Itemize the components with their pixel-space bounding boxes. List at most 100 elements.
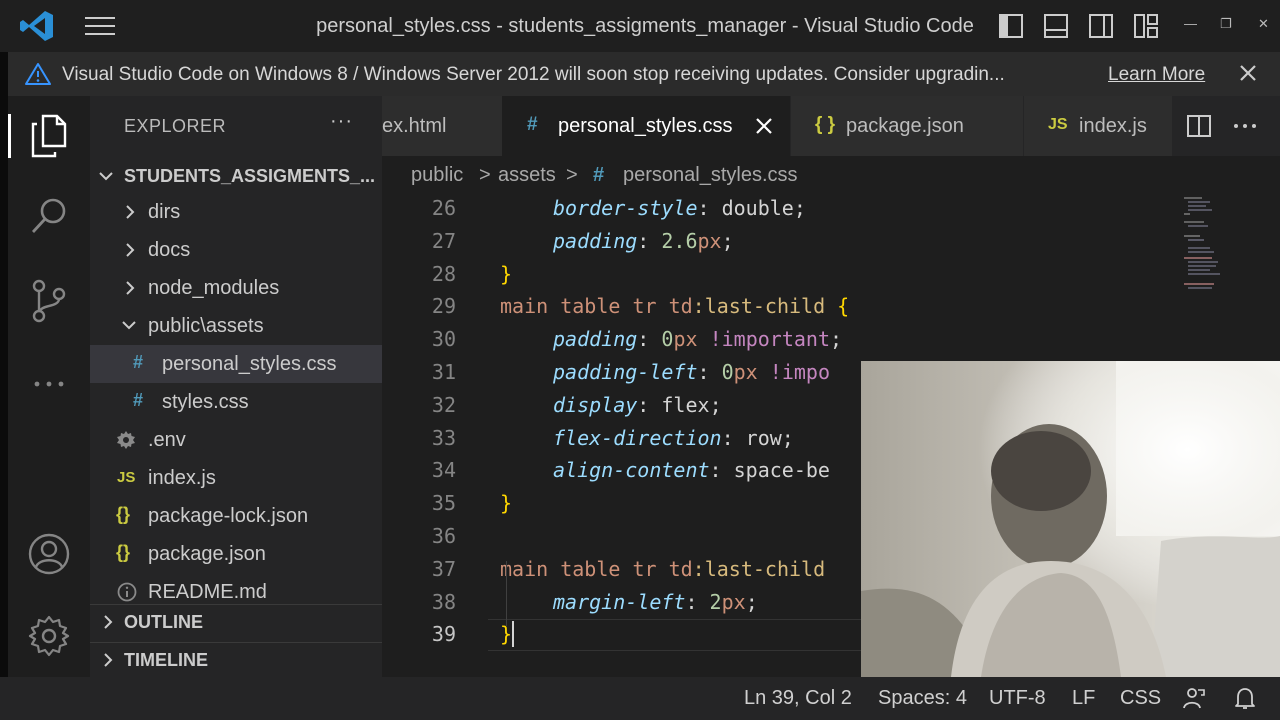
line-number: 38 <box>431 589 456 614</box>
manage-activity[interactable] <box>8 606 90 666</box>
css-file-icon: # <box>593 164 605 186</box>
tree-item-package-json[interactable]: {} package.json <box>90 535 382 573</box>
breadcrumb-item[interactable]: assets <box>498 164 556 187</box>
encoding[interactable]: UTF-8 <box>989 687 1046 710</box>
tree-item-node-modules[interactable]: node_modules <box>90 269 382 307</box>
breadcrumb-item[interactable]: personal_styles.css <box>623 164 798 187</box>
code-line: main table tr td:last-child { <box>500 294 850 319</box>
language-mode[interactable]: CSS <box>1120 687 1161 710</box>
json-file-icon: { } <box>815 114 836 135</box>
code-line: padding: 2.6px; <box>553 228 734 253</box>
close-window-button[interactable]: ✕ <box>1258 16 1269 32</box>
breadcrumb-separator: > <box>566 164 578 186</box>
tree-item-label: dirs <box>148 201 181 223</box>
explorer-activity[interactable] <box>8 106 90 166</box>
source-control-activity[interactable] <box>8 271 90 331</box>
tree-item-dirs[interactable]: dirs <box>90 193 382 231</box>
feedback-icon[interactable] <box>1182 686 1206 710</box>
code-line: } <box>500 491 513 516</box>
files-icon <box>31 114 67 158</box>
line-ending[interactable]: LF <box>1072 687 1095 710</box>
minimize-button[interactable]: — <box>1184 16 1197 31</box>
more-activity[interactable] <box>8 354 90 414</box>
css-file-icon: # <box>133 390 144 410</box>
tree-item-label: .env <box>148 429 186 451</box>
warning-icon <box>25 63 51 85</box>
maximize-button[interactable]: ❐ <box>1220 16 1232 32</box>
chevron-right-icon <box>126 205 135 219</box>
timeline-section[interactable]: TIMELINE <box>90 642 382 676</box>
tree-item-env[interactable]: .env <box>90 421 382 459</box>
toggle-secondary-sidebar-icon[interactable] <box>1088 13 1114 39</box>
chevron-right-icon <box>126 243 135 257</box>
close-tab-icon[interactable] <box>754 116 774 136</box>
bell-icon[interactable] <box>1233 686 1257 710</box>
chevron-down-icon <box>99 172 113 181</box>
explorer-more-button[interactable]: ··· <box>330 110 353 133</box>
tree-item-label: node_modules <box>148 277 280 299</box>
tree-item-label: docs <box>148 239 191 261</box>
css-file-icon: # <box>527 114 538 135</box>
tab-personal-styles[interactable]: # personal_styles.css <box>502 96 790 156</box>
code-line: padding-left: 0px !impo <box>553 360 830 384</box>
title-bar: personal_styles.css - students_assigment… <box>0 0 1280 52</box>
tree-item-package-lock[interactable]: {} package-lock.json <box>90 497 382 535</box>
code-line: display: flex; <box>553 392 722 417</box>
line-number: 37 <box>431 556 456 581</box>
tree-item-index-js[interactable]: JS index.js <box>90 459 382 497</box>
gear-icon <box>117 431 135 449</box>
customize-layout-icon[interactable] <box>1133 13 1159 39</box>
chevron-down-icon <box>122 321 136 330</box>
project-name: STUDENTS_ASSIGMENTS_... <box>124 166 376 186</box>
indentation[interactable]: Spaces: 4 <box>878 687 967 710</box>
line-number: 36 <box>431 524 456 548</box>
line-number: 28 <box>431 261 456 286</box>
account-icon <box>28 533 70 575</box>
tree-item-label: personal_styles.css <box>162 353 337 375</box>
breadcrumb-separator: > <box>479 164 491 186</box>
project-folder-header[interactable]: STUDENTS_ASSIGMENTS_... <box>90 160 382 192</box>
close-icon[interactable] <box>1235 60 1261 86</box>
tree-item-styles[interactable]: # styles.css <box>90 383 382 421</box>
cursor-position[interactable]: Ln 39, Col 2 <box>744 687 852 710</box>
tab-index-js[interactable]: JS index.js <box>1024 96 1172 156</box>
line-number: 29 <box>431 294 456 319</box>
indent-guide <box>506 560 507 627</box>
timeline-label: TIMELINE <box>124 650 208 670</box>
breadcrumb-item[interactable]: public <box>411 164 463 187</box>
tab-index-html[interactable]: ex.html <box>382 96 502 156</box>
info-icon <box>117 582 137 602</box>
tree-item-label: index.js <box>148 467 216 489</box>
tree-item-personal-styles[interactable]: # personal_styles.css <box>90 345 382 383</box>
source-control-icon <box>32 279 66 323</box>
tab-package-json[interactable]: { } package.json <box>791 96 1023 156</box>
learn-more-link[interactable]: Learn More <box>1108 64 1205 86</box>
split-editor-icon[interactable] <box>1187 114 1211 138</box>
settings-icon <box>28 615 70 657</box>
json-file-icon: {} <box>116 504 131 524</box>
outline-section[interactable]: OUTLINE <box>90 604 382 638</box>
code-line: margin-left: 2px; <box>553 589 758 614</box>
tab-label: package.json <box>846 115 964 137</box>
tree-item-docs[interactable]: docs <box>90 231 382 269</box>
search-activity[interactable] <box>8 186 90 246</box>
breadcrumb: public > assets > # personal_styles.css <box>382 156 1280 196</box>
explorer-title: EXPLORER <box>124 116 227 136</box>
tree-item-public-assets[interactable]: public\assets <box>90 307 382 345</box>
more-actions-icon[interactable] <box>1233 122 1257 130</box>
line-number: 39 <box>431 622 456 647</box>
code-line: } <box>500 261 513 286</box>
toggle-primary-sidebar-icon[interactable] <box>998 13 1024 39</box>
toggle-panel-icon[interactable] <box>1043 13 1069 39</box>
text-cursor <box>512 621 514 648</box>
status-bar: Ln 39, Col 2 Spaces: 4 UTF-8 LF CSS <box>0 677 1280 720</box>
tree-item-label: public\assets <box>148 315 264 337</box>
minimap[interactable] <box>1182 196 1242 306</box>
chevron-right-icon <box>104 653 113 667</box>
js-file-icon: JS <box>1048 116 1068 133</box>
editor-tabs: ex.html # personal_styles.css { } packag… <box>382 96 1280 156</box>
accounts-activity[interactable] <box>8 524 90 584</box>
tree-item-label: README.md <box>148 581 267 603</box>
explorer-sidebar: EXPLORER ··· STUDENTS_ASSIGMENTS_... dir… <box>90 96 382 677</box>
tree-item-label: package.json <box>148 543 266 565</box>
